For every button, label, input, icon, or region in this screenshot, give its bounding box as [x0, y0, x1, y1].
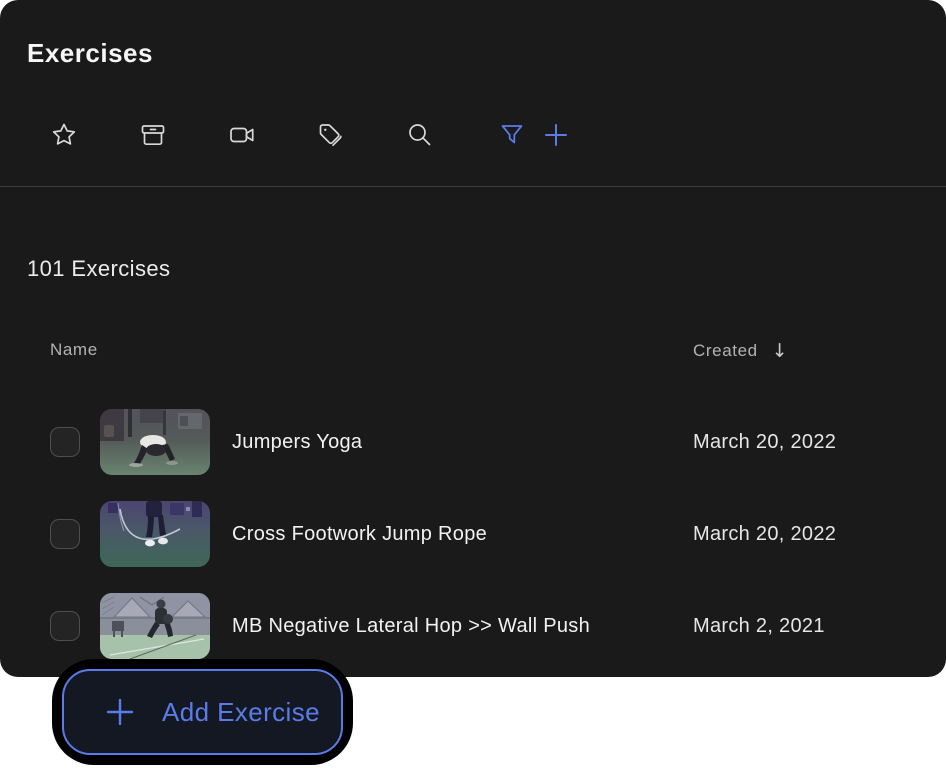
row-checkbox[interactable]: [50, 519, 80, 549]
table-header: Name Created ↓: [0, 340, 946, 364]
row-checkbox[interactable]: [50, 427, 80, 457]
plus-icon: [104, 696, 136, 728]
column-header-name[interactable]: Name: [50, 340, 98, 360]
archive-icon[interactable]: [138, 120, 168, 150]
exercise-created-date: March 20, 2022: [693, 431, 836, 454]
filter-icon[interactable]: [497, 120, 527, 150]
tags-icon[interactable]: [316, 120, 346, 150]
video-camera-icon[interactable]: [227, 120, 257, 150]
exercise-created-date: March 20, 2022: [693, 523, 836, 546]
exercise-name: Cross Footwork Jump Rope: [232, 523, 487, 546]
exercises-panel: Exercises: [0, 0, 946, 677]
exercise-created-date: March 2, 2021: [693, 615, 825, 638]
exercise-list: Jumpers Yoga March 20, 2022: [0, 396, 946, 672]
table-row[interactable]: Cross Footwork Jump Rope March 20, 2022: [0, 488, 946, 580]
exercise-name: MB Negative Lateral Hop >> Wall Push: [232, 615, 590, 638]
row-checkbox[interactable]: [50, 611, 80, 641]
plus-icon[interactable]: [541, 120, 571, 150]
exercise-count: 101 Exercises: [27, 256, 170, 282]
search-icon[interactable]: [405, 120, 435, 150]
add-exercise-button[interactable]: Add Exercise: [62, 669, 343, 755]
page-title: Exercises: [27, 38, 153, 69]
exercise-thumbnail[interactable]: [100, 593, 210, 659]
exercise-thumbnail[interactable]: [100, 501, 210, 567]
arrow-down-icon: ↓: [772, 340, 789, 362]
star-icon[interactable]: [49, 120, 79, 150]
add-exercise-label: Add Exercise: [162, 697, 320, 728]
column-header-created-label: Created: [693, 341, 758, 361]
exercise-name: Jumpers Yoga: [232, 431, 362, 454]
add-exercise-spotlight: Add Exercise: [52, 659, 353, 765]
toolbar: [49, 120, 571, 150]
exercise-thumbnail[interactable]: [100, 409, 210, 475]
table-row[interactable]: Jumpers Yoga March 20, 2022: [0, 396, 946, 488]
column-header-created[interactable]: Created ↓: [693, 340, 788, 362]
toolbar-divider: [0, 186, 946, 187]
